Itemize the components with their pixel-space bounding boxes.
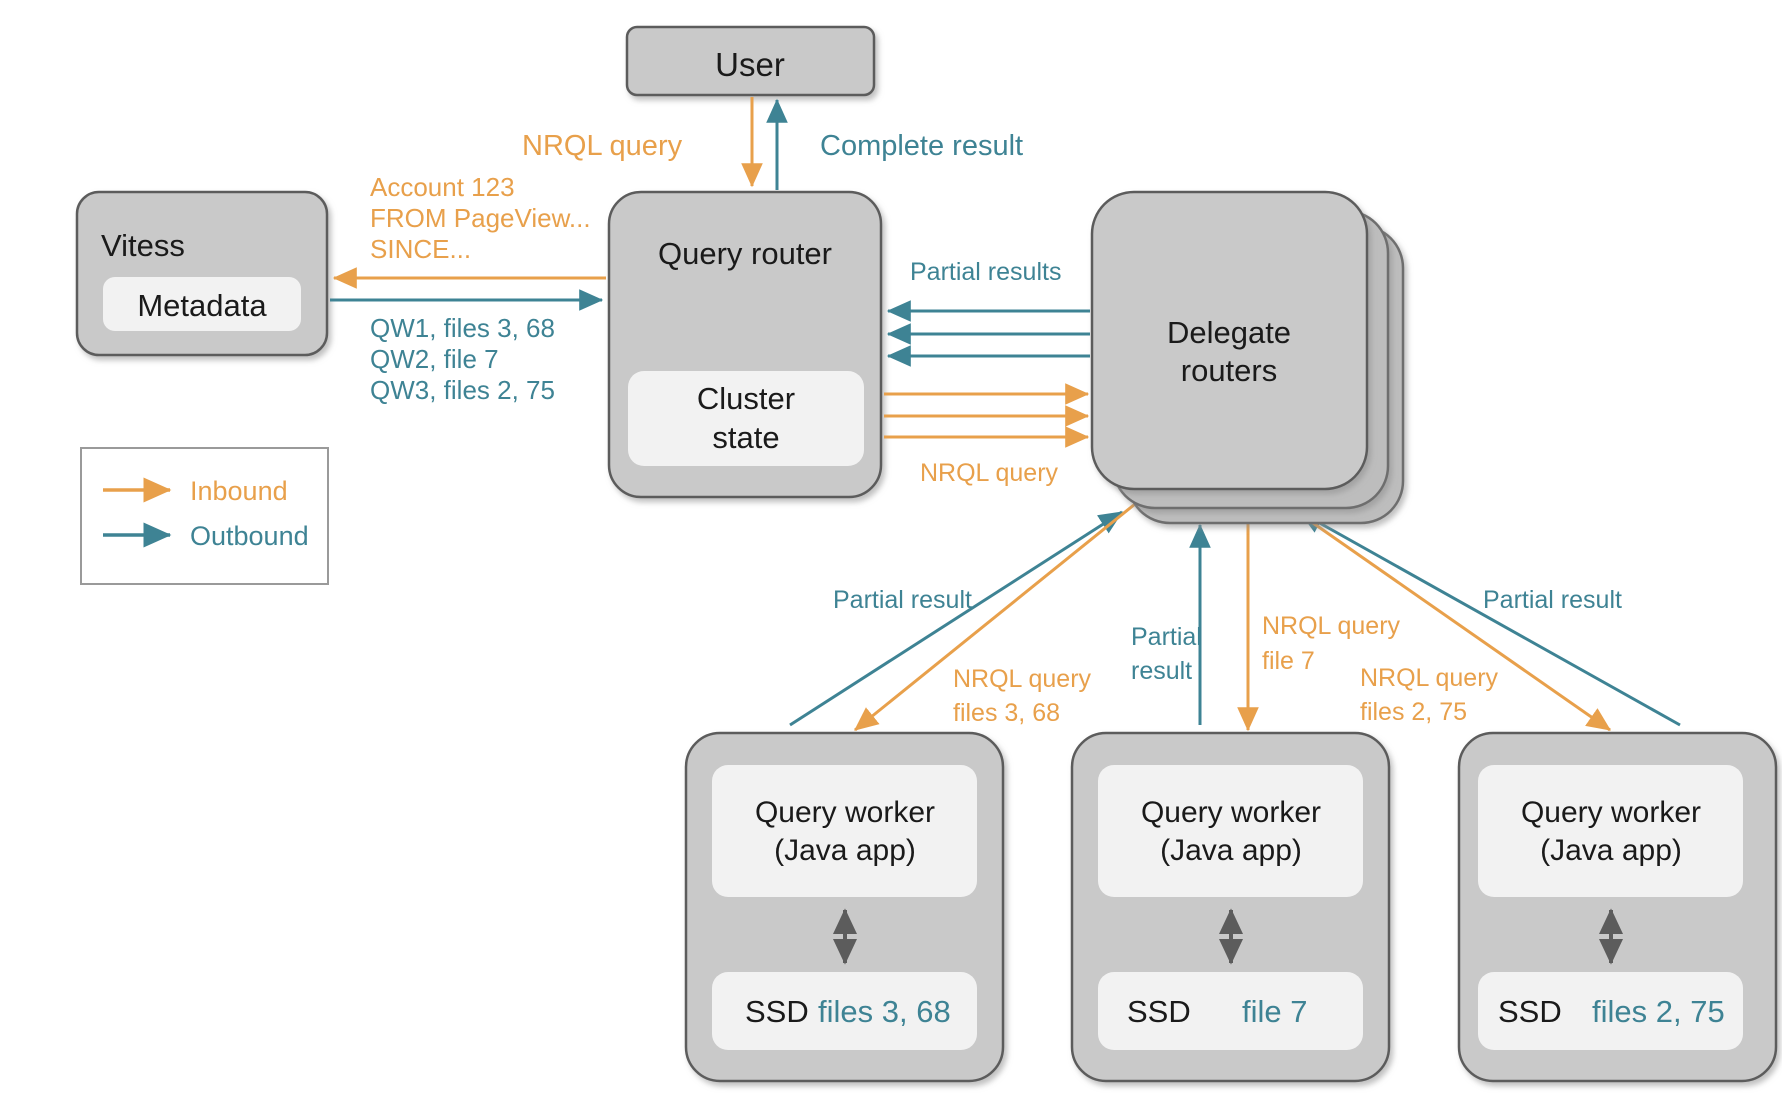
edge-delegates-to-query-router [886, 300, 1090, 367]
edge-label-router-to-delegate-nrql: NRQL query [920, 459, 1059, 487]
node-user-label: User [715, 46, 785, 83]
worker-right-app-line2: (Java app) [1540, 834, 1682, 867]
worker-middle-app-line2: (Java app) [1160, 834, 1302, 867]
edge-label-right-nrql-line1: NRQL query [1360, 664, 1499, 692]
node-vitess[interactable]: Vitess Metadata [75, 190, 329, 357]
edge-query-router-to-delegates [884, 383, 1090, 448]
edge-label-router-to-vitess-line2: FROM PageView... [370, 203, 591, 233]
worker-left-ssd-files: files 3, 68 [818, 994, 951, 1029]
edge-user-query-router [741, 97, 788, 190]
node-vitess-metadata-label: Metadata [137, 288, 267, 323]
edge-label-left-nrql-line1: NRQL query [953, 665, 1092, 693]
edge-label-vitess-to-router-line1: QW1, files 3, 68 [370, 313, 555, 343]
node-delegate-routers-line2: routers [1181, 353, 1277, 388]
legend-border [80, 447, 329, 585]
edge-label-partial-results: Partial results [910, 258, 1061, 286]
worker-middle-app-box [1098, 765, 1363, 897]
node-query-router[interactable]: Query router Cluster state [607, 190, 883, 499]
edge-label-vitess-to-router-line3: QW3, files 2, 75 [370, 375, 555, 405]
edge-label-left-nrql-line2: files 3, 68 [953, 699, 1060, 727]
worker-right-app-line1: Query worker [1521, 796, 1701, 829]
worker-right-ssd-files: files 2, 75 [1592, 994, 1725, 1029]
edge-label-vitess-to-router-line2: QW2, file 7 [370, 344, 499, 374]
legend-item-label-outbound: Outbound [190, 521, 309, 551]
edge-label-router-to-user: Complete result [820, 130, 1023, 162]
edge-label-mid-nrql-line1: NRQL query [1262, 612, 1401, 640]
node-vitess-label: Vitess [101, 228, 185, 263]
edge-label-mid-partial-result-line2: result [1131, 657, 1192, 685]
legend-item-label-inbound: Inbound [190, 476, 288, 506]
diagram-canvas: User Vitess Metadata Query router Cluste… [75, 25, 1778, 1083]
worker-middle-app-line1: Query worker [1141, 796, 1321, 829]
worker-right-app-box [1478, 765, 1743, 897]
node-query-router-cluster-state-line1: Cluster [697, 381, 795, 416]
node-query-worker-middle[interactable]: Query worker (Java app) SSD file 7 [1070, 731, 1391, 1083]
edge-label-mid-nrql-line2: file 7 [1262, 647, 1315, 675]
node-delegate-routers-line1: Delegate [1167, 315, 1291, 350]
node-query-router-cluster-state-line2: state [712, 420, 779, 455]
edge-label-router-to-vitess-line3: SINCE... [370, 234, 471, 264]
edge-label-router-to-vitess-line1: Account 123 [370, 172, 515, 202]
edge-workers-to-delegates [789, 510, 1681, 727]
worker-left-app-box [712, 765, 977, 897]
worker-left-ssd-label: SSD [745, 994, 809, 1029]
edge-delegates-to-workers [854, 498, 1611, 732]
worker-middle-ssd-files: file 7 [1242, 994, 1307, 1029]
worker-middle-ssd-label: SSD [1127, 994, 1191, 1029]
worker-left-app-line2: (Java app) [774, 834, 916, 867]
edge-label-right-partial-result: Partial result [1483, 586, 1622, 614]
node-delegate-routers[interactable]: Delegate routers [1090, 190, 1405, 525]
node-query-router-label: Query router [658, 236, 832, 271]
worker-right-ssd-label: SSD [1498, 994, 1562, 1029]
edge-label-right-nrql-line2: files 2, 75 [1360, 698, 1467, 726]
edge-label-left-partial-result: Partial result [833, 586, 972, 614]
node-query-worker-right[interactable]: Query worker (Java app) SSD files 2, 75 [1457, 731, 1778, 1083]
node-user[interactable]: User [625, 25, 876, 97]
edge-label-user-to-router: NRQL query [522, 130, 683, 162]
edge-label-mid-partial-result-line1: Partial [1131, 623, 1202, 651]
node-query-worker-left[interactable]: Query worker (Java app) SSD files 3, 68 [684, 731, 1005, 1083]
worker-left-app-line1: Query worker [755, 796, 935, 829]
architecture-diagram: User Vitess Metadata Query router Cluste… [0, 0, 1782, 1102]
legend: Inbound Outbound [80, 447, 329, 585]
